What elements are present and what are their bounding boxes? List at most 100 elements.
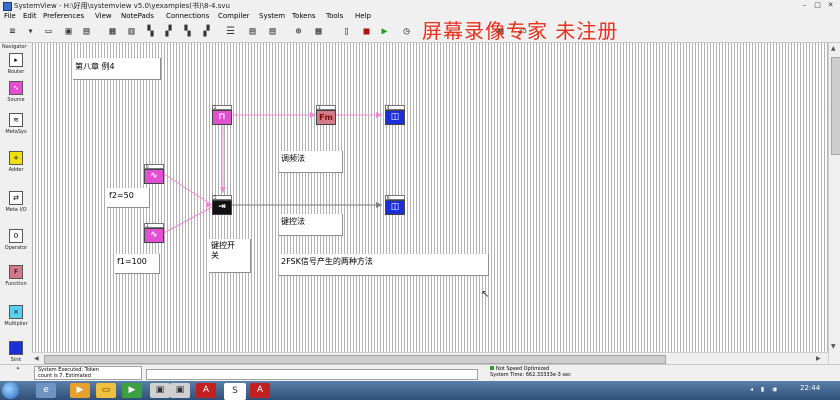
open-icon[interactable]: ▭ <box>42 25 55 38</box>
token-source-1[interactable]: 1 ∿ <box>144 223 164 243</box>
note-title[interactable]: 2FSK信号产生的两种方法 <box>279 254 489 276</box>
sine-wave-icon: ∿ <box>144 228 164 243</box>
connect-icon[interactable]: ⊕ <box>292 25 305 38</box>
app-icon[interactable]: ▣ <box>170 383 190 398</box>
systemview-icon[interactable]: S <box>224 383 246 400</box>
start-button[interactable] <box>2 382 19 399</box>
menu-tools[interactable]: Tools <box>326 12 343 20</box>
fm-icon: Fm <box>316 110 336 125</box>
save-icon[interactable]: ▣ <box>62 25 75 38</box>
grid-icon[interactable]: ▦ <box>106 25 119 38</box>
note-chapter[interactable]: 第八章 例4 <box>73 58 161 80</box>
window-title: SystemView - H:\好用\systemview v5.0\yexam… <box>14 2 230 10</box>
token-icon[interactable]: ▚ <box>144 25 157 38</box>
design-workspace[interactable]: 第八章 例4 f2=50 f1=100 调频法 键控法 键控开 关 2FSK信号… <box>32 43 828 364</box>
taskbar-clock: 22:44 <box>800 384 821 392</box>
sidebar-item-metasys[interactable]: ≋ MetaSys <box>2 113 30 141</box>
watermark: 屏幕录像专家 未注册 <box>422 19 619 43</box>
media-player-icon[interactable]: ▶ <box>122 383 142 398</box>
sidebar-item-operator[interactable]: 0 Operator <box>2 229 30 257</box>
folder-icon[interactable]: ▭ <box>96 383 116 398</box>
app-icon[interactable]: ▣ <box>150 383 170 398</box>
token-icon[interactable]: ▞ <box>200 25 213 38</box>
menu-view[interactable]: View <box>95 12 112 20</box>
switch-icon: ⇥ <box>212 200 232 215</box>
token-icon[interactable]: ▯ <box>340 25 353 38</box>
menu-notepads[interactable]: NotePads <box>121 12 154 20</box>
close-button[interactable]: ✕ <box>826 1 835 9</box>
sidebar-item-source[interactable]: ∿ Source <box>2 81 30 109</box>
sidebar-item-label: Router <box>7 69 25 75</box>
scroll-right-icon[interactable]: ▶ <box>816 355 821 362</box>
sidebar-item-label: Adder <box>8 167 24 173</box>
run-icon[interactable]: ▶ <box>378 25 391 38</box>
menu-preferences[interactable]: Preferences <box>43 12 84 20</box>
note-f1[interactable]: f1=100 <box>115 254 160 274</box>
note-f2[interactable]: f2=50 <box>107 188 150 208</box>
token-sink-4[interactable]: 4 ◫ <box>385 105 405 125</box>
chevron-down-icon[interactable]: ▾ <box>24 25 37 38</box>
status-progress <box>146 369 478 380</box>
sidebar-item-adder[interactable]: + Adder <box>2 151 30 179</box>
pdf-icon[interactable]: A <box>250 383 270 398</box>
menu-icon[interactable]: ≡ <box>6 25 19 38</box>
vertical-scrollbar[interactable]: ▲ ▼ <box>828 43 840 364</box>
arrow-head <box>220 187 226 193</box>
menu-edit[interactable]: Edit <box>23 12 37 20</box>
sidebar-item-function[interactable]: F Function <box>2 265 30 293</box>
note-key-ctrl[interactable]: 键控法 <box>279 214 343 236</box>
token-icon[interactable]: ▤ <box>266 25 279 38</box>
note-freq-mod[interactable]: 调频法 <box>279 151 343 173</box>
connection-lines <box>163 112 382 234</box>
maximize-button[interactable]: □ <box>813 1 822 9</box>
scroll-down-icon[interactable]: ▼ <box>831 343 836 350</box>
note-switch[interactable]: 键控开 关 <box>209 239 251 273</box>
scroll-thumb[interactable] <box>44 355 666 364</box>
sidebar-item-label: Meta I/O <box>5 207 27 213</box>
sidebar-item-label: Sink <box>10 357 22 363</box>
menu-tokens[interactable]: Tokens <box>292 12 316 20</box>
metasys-icon: ≋ <box>9 113 23 127</box>
app-icon <box>3 2 12 11</box>
menu-system[interactable]: System <box>259 12 285 20</box>
menu-connections[interactable]: Connections <box>166 12 209 20</box>
operator-icon: 0 <box>9 229 23 243</box>
status-message: System Executed: Token count is 7. Estim… <box>34 366 142 380</box>
router-icon: ▸ <box>9 53 23 67</box>
scroll-up-icon[interactable]: ▲ <box>831 45 836 52</box>
scroll-thumb[interactable] <box>831 57 840 155</box>
timer-icon[interactable]: ◷ <box>400 25 413 38</box>
status-time: System Time: 662.33333e-3 sec <box>490 372 571 378</box>
token-switch[interactable]: 5 ⇥ <box>212 195 232 215</box>
sidebar-item-router[interactable]: ▸ Router <box>2 53 30 81</box>
menu-help[interactable]: Help <box>355 12 371 20</box>
token-icon[interactable]: ▤ <box>246 25 259 38</box>
media-icon[interactable]: ▶ <box>70 383 90 398</box>
minimize-button[interactable]: – <box>800 1 809 9</box>
token-fm-function[interactable]: 3 Fm <box>316 105 336 125</box>
print-icon[interactable]: ▤ <box>80 25 93 38</box>
stop-icon[interactable]: ■ <box>360 25 373 38</box>
explorer-icon[interactable]: e <box>36 383 56 398</box>
sidebar-header: Navigator <box>2 44 27 50</box>
source-icon: ∿ <box>9 81 23 95</box>
meta-io-icon: ⇄ <box>9 191 23 205</box>
menu-compiler[interactable]: Compiler <box>218 12 250 20</box>
sidebar: Navigator ▸ Router ∿ Source ≋ MetaSys + … <box>0 43 33 381</box>
notepad-icon[interactable]: ☰ <box>224 25 237 38</box>
adder-icon: + <box>9 151 23 165</box>
scope-icon: ◫ <box>385 200 405 215</box>
pdf-icon[interactable]: A <box>196 383 216 398</box>
token-icon[interactable]: ▥ <box>125 25 138 38</box>
scroll-left-icon[interactable]: ◀ <box>34 355 39 362</box>
token-source-2[interactable]: 2 ⊓ <box>212 105 232 125</box>
token-icon[interactable]: ▚ <box>181 25 194 38</box>
token-source-0[interactable]: 0 ∿ <box>144 164 164 184</box>
token-icon[interactable]: ▦ <box>312 25 325 38</box>
token-icon[interactable]: ▞ <box>162 25 175 38</box>
menu-file[interactable]: File <box>4 12 16 20</box>
token-sink-6[interactable]: 6 ◫ <box>385 195 405 215</box>
sidebar-item-meta-io[interactable]: ⇄ Meta I/O <box>2 191 30 219</box>
sidebar-item-multiplier[interactable]: × Multiplier <box>2 305 30 333</box>
sidebar-item-label: Source <box>7 97 25 103</box>
